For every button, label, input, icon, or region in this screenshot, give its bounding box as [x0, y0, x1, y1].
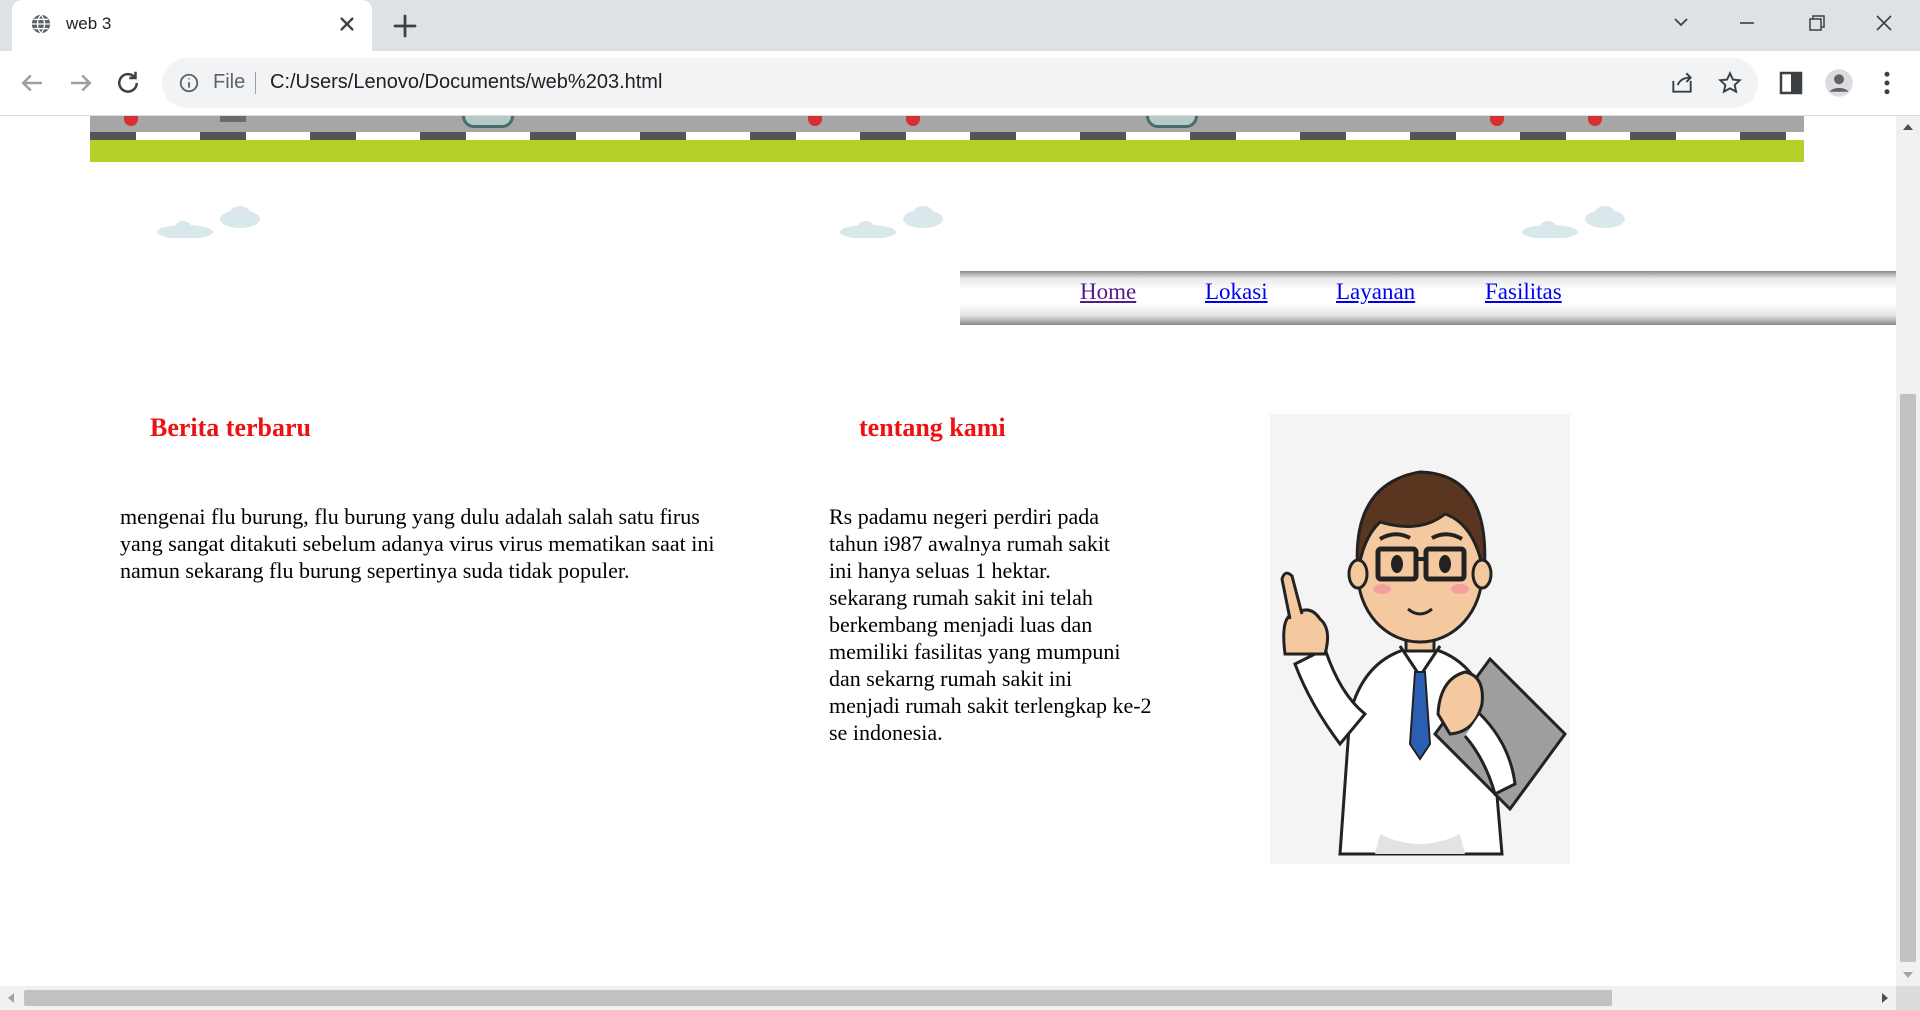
about-heading: tentang kami — [859, 413, 1006, 442]
plus-icon[interactable] — [390, 11, 420, 41]
address-bar[interactable]: File C:/Users/Lenovo/Documents/web%203.h… — [162, 58, 1758, 108]
news-line: yang sangat ditakuti sebelum adanya viru… — [120, 531, 715, 556]
about-line: Rs padamu negeri perdiri pada — [829, 504, 1100, 529]
about-line: dan sekarng rumah sakit ini — [829, 666, 1073, 691]
about-line: menjadi rumah sakit terlengkap ke-2 — [829, 693, 1152, 718]
reload-icon[interactable] — [113, 68, 143, 98]
about-line: sekarang rumah sakit ini telah — [829, 585, 1093, 610]
minimize-icon[interactable] — [1729, 8, 1765, 38]
omnibox-separator — [255, 72, 256, 94]
main-navbar: Home Lokasi Layanan Fasilitas — [960, 271, 1896, 325]
doctor-illustration-svg — [1280, 470, 1567, 856]
news-line: mengenai flu burung, flu burung yang dul… — [120, 504, 700, 529]
file-scheme-label: File — [213, 71, 246, 93]
star-icon[interactable] — [1717, 70, 1743, 96]
cloud-icon — [1522, 206, 1625, 238]
vertical-scrollbar[interactable] — [1896, 116, 1920, 986]
about-line: se indonesia. — [829, 720, 943, 745]
news-paragraph: mengenai flu burung, flu burung yang dul… — [120, 503, 714, 584]
scroll-right-icon[interactable] — [1880, 992, 1890, 1004]
horizontal-scroll-thumb[interactable] — [24, 990, 1612, 1006]
nav-link-layanan[interactable]: Layanan — [1336, 279, 1415, 305]
nav-link-fasilitas[interactable]: Fasilitas — [1485, 279, 1562, 305]
nav-link-home[interactable]: Home — [1080, 279, 1136, 305]
about-line: tahun i987 awalnya rumah sakit — [829, 531, 1111, 556]
header-banner — [90, 116, 1804, 162]
banner-cart-icon — [1146, 116, 1198, 128]
cloud-icon — [840, 206, 943, 238]
browser-tab[interactable]: web 3 — [12, 0, 372, 51]
horizontal-scrollbar[interactable] — [0, 986, 1896, 1010]
share-icon[interactable] — [1669, 70, 1695, 96]
news-line: namun sekarang flu burung sepertinya sud… — [120, 558, 630, 583]
vertical-scroll-thumb[interactable] — [1900, 394, 1916, 962]
banner-curb — [90, 132, 1804, 140]
scroll-down-icon[interactable] — [1902, 970, 1914, 980]
close-window-icon[interactable] — [1866, 8, 1902, 38]
about-line: memiliki fasilitas yang mumpuni — [829, 639, 1121, 664]
tab-title: web 3 — [66, 14, 112, 33]
scrollbar-corner — [1896, 986, 1920, 1010]
about-paragraph: Rs padamu negeri perdiri pada tahun i987… — [829, 503, 1152, 746]
news-heading: Berita terbaru — [150, 413, 312, 442]
nav-link-lokasi[interactable]: Lokasi — [1205, 279, 1268, 305]
arrow-left-icon[interactable] — [17, 68, 47, 98]
cloud-icon — [157, 206, 260, 238]
side-panel-icon[interactable] — [1776, 68, 1806, 98]
tab-search-icon[interactable] — [1663, 8, 1699, 38]
scroll-up-icon[interactable] — [1902, 122, 1914, 132]
about-line: berkembang menjadi luas dan — [829, 612, 1093, 637]
scroll-left-icon[interactable] — [6, 992, 16, 1004]
doctor-illustration — [1270, 414, 1570, 864]
banner-grass — [90, 140, 1804, 162]
browser-toolbar: File C:/Users/Lenovo/Documents/web%203.h… — [0, 51, 1920, 116]
profile-icon[interactable] — [1824, 68, 1854, 98]
close-icon[interactable] — [334, 11, 360, 37]
page-viewport: Home Lokasi Layanan Fasilitas Berita ter… — [0, 116, 1896, 986]
tab-strip: web 3 — [0, 0, 1920, 51]
globe-icon — [31, 14, 51, 34]
restore-icon[interactable] — [1798, 8, 1834, 38]
kebab-menu-icon[interactable] — [1872, 68, 1902, 98]
arrow-right-icon[interactable] — [66, 68, 96, 98]
url-text[interactable]: C:/Users/Lenovo/Documents/web%203.html — [270, 71, 662, 94]
info-icon[interactable] — [178, 72, 200, 94]
banner-cart-icon — [462, 116, 514, 128]
banner-car-icon — [220, 116, 246, 122]
about-line: ini hanya seluas 1 hektar. — [829, 558, 1051, 583]
